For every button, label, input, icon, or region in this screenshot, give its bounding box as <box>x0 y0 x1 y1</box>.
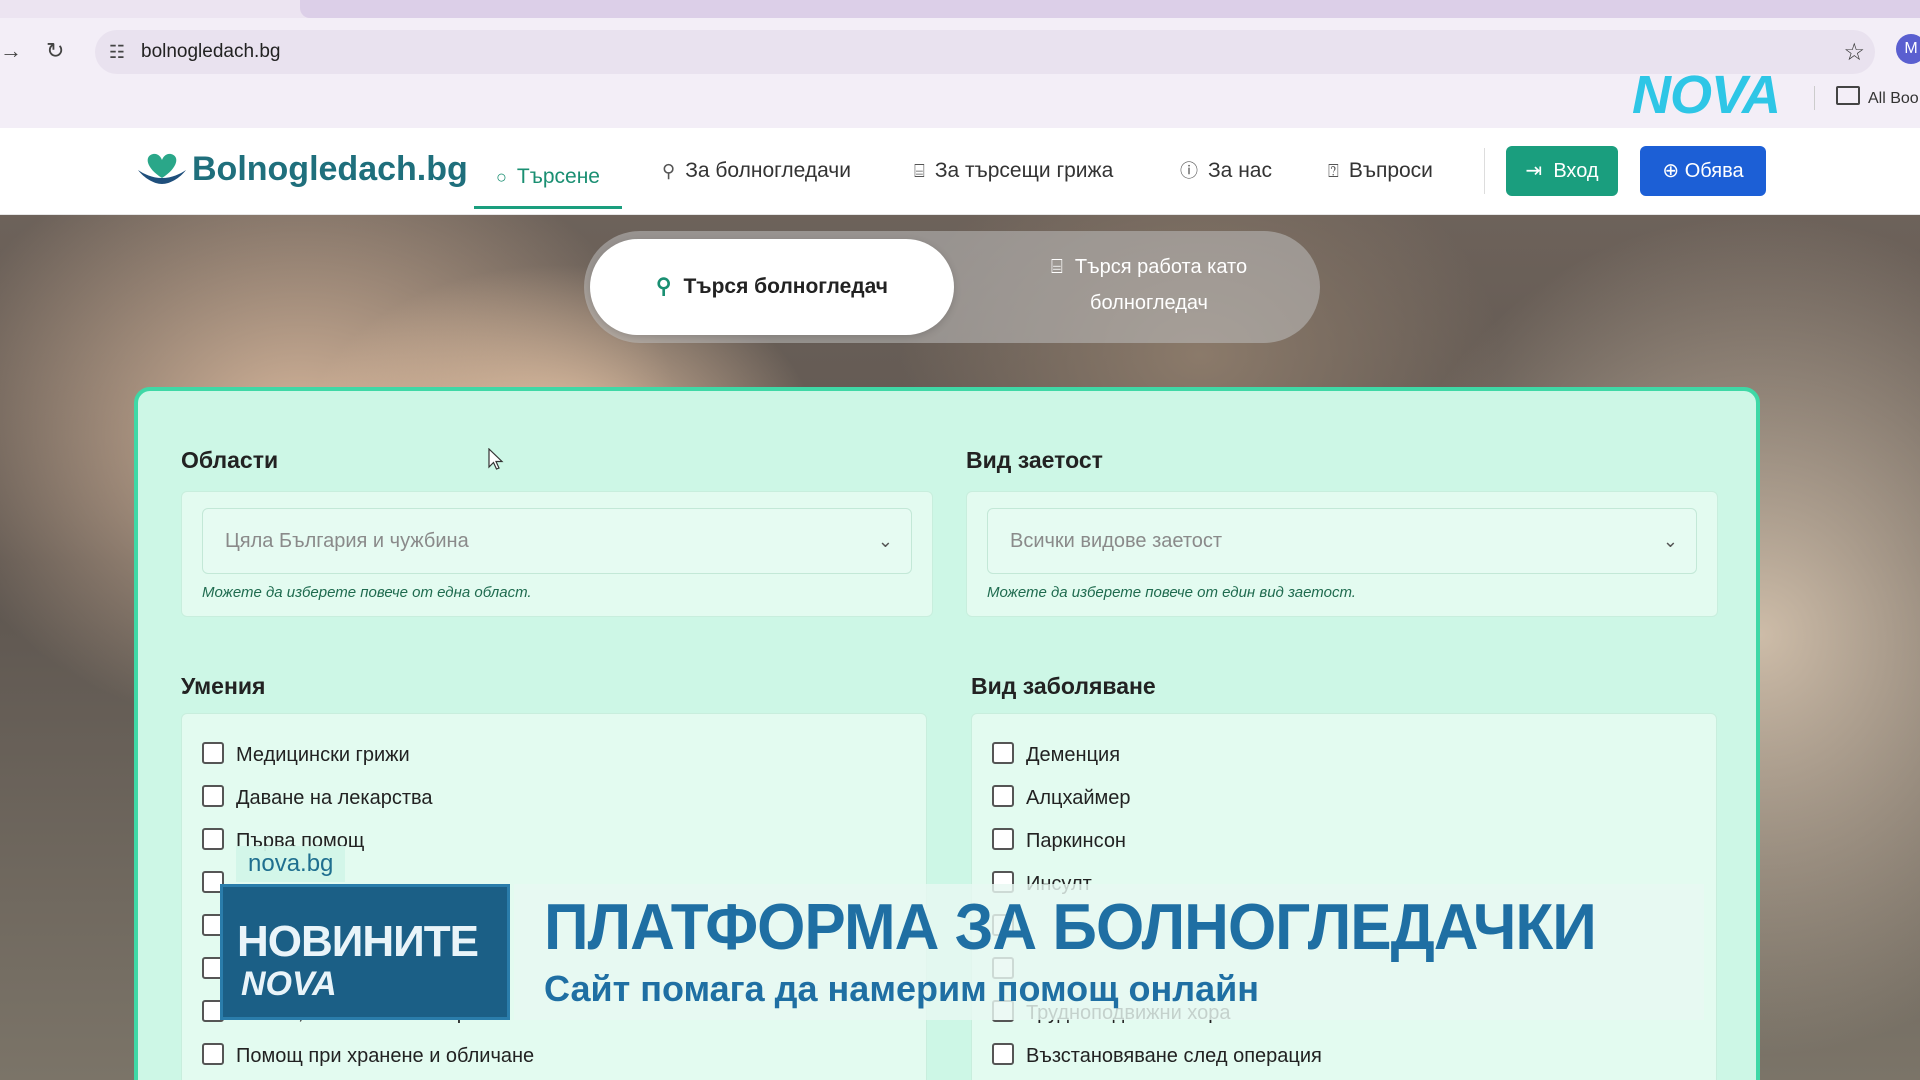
checkbox[interactable] <box>992 785 1014 807</box>
find-caregiver-tab[interactable]: ⚲ Търся болногледач <box>590 239 954 335</box>
user-icon: ⚲ <box>656 275 672 298</box>
disease-item[interactable]: Алцхаймер <box>992 785 1131 810</box>
skill-label: Медицински грижи <box>236 744 410 766</box>
nav-questions[interactable]: ⍰ Въпроси <box>1328 128 1433 214</box>
news-show-line1: НОВИНИТЕ <box>237 917 479 966</box>
regions-label: Области <box>181 447 279 473</box>
checkbox[interactable] <box>992 1043 1014 1065</box>
disease-item[interactable]: Възстановяване след операция <box>992 1043 1322 1068</box>
site-header: Bolnogledach.bg ○ Търсене ⚲ За болногледач… <box>0 128 1920 215</box>
address-bar[interactable]: ☷ bolnogledach.bg ☆ <box>95 30 1875 74</box>
nav-search-label: Търсене <box>516 165 600 188</box>
login-label: Вход <box>1553 160 1599 182</box>
login-button[interactable]: ⇥ Вход <box>1506 146 1618 196</box>
bookmark-star-icon[interactable]: ☆ <box>1843 38 1865 67</box>
skills-label: Умения <box>181 673 266 699</box>
checkbox[interactable] <box>992 742 1014 764</box>
nav-questions-label: Въпроси <box>1348 159 1433 182</box>
news-site-label: nova.bg <box>236 846 346 882</box>
bed-icon: ⌸ <box>914 161 925 181</box>
find-caregiver-label: Търся болногледач <box>683 275 888 298</box>
employment-field: Всички видове заетост ⌄ Можете да избере… <box>966 491 1718 617</box>
login-icon: ⇥ <box>1525 160 1543 182</box>
post-ad-label: Обява <box>1684 160 1744 182</box>
nova-watermark: NOVA <box>1632 65 1781 125</box>
profile-avatar[interactable]: M <box>1896 34 1920 64</box>
skill-item[interactable]: Помощ при хранене и обличане <box>202 1043 534 1068</box>
employment-label: Вид заетост <box>966 447 1103 473</box>
regions-select[interactable]: Цяла България и чужбина ⌄ <box>202 508 912 574</box>
regions-value: Цяла България и чужбина <box>225 530 469 552</box>
brand-name: Bolnogledach.bg <box>192 150 468 188</box>
all-bookmarks-label: All Boo <box>1868 90 1919 107</box>
bookmarks-separator <box>1814 86 1815 110</box>
employment-select[interactable]: Всички видове заетост ⌄ <box>987 508 1697 574</box>
folder-icon <box>1836 86 1860 105</box>
browser-active-tab[interactable] <box>300 0 1920 18</box>
question-icon: ⍰ <box>1328 161 1339 181</box>
employment-value: Всички видове заетост <box>1010 530 1223 552</box>
disease-item[interactable]: Деменция <box>992 742 1120 767</box>
disease-item[interactable]: Паркинсон <box>992 828 1126 853</box>
forward-icon[interactable]: → <box>0 40 22 62</box>
news-show-line2: NOVA <box>241 965 337 1003</box>
nav-about-label: За нас <box>1208 159 1272 182</box>
browser-toolbar: → ↻ ☷ bolnogledach.bg ☆ M NOVA All Boo <box>0 18 1920 128</box>
nav-caregivers-label: За болногледачи <box>685 159 851 182</box>
checkbox[interactable] <box>202 1043 224 1065</box>
disease-label: Алцхаймер <box>1026 787 1131 809</box>
skill-item[interactable]: Медицински грижи <box>202 742 410 767</box>
plus-circle-icon: ⊕ <box>1662 160 1680 182</box>
news-subheadline: Сайт помага да намерим помощ онлайн <box>544 968 1260 1009</box>
all-bookmarks-button[interactable]: All Boo <box>1836 86 1919 108</box>
disease-label: Възстановяване след операция <box>1026 1045 1322 1067</box>
find-work-label-line2: болногледач <box>1090 292 1208 314</box>
nav-search[interactable]: ○ Търсене <box>474 134 622 209</box>
regions-field: Цяла България и чужбина ⌄ Можете да избе… <box>181 491 933 617</box>
nav-care-seekers-label: За търсещи грижа <box>934 159 1114 182</box>
site-settings-icon[interactable]: ☷ <box>105 40 129 64</box>
user-icon: ⚲ <box>662 161 676 181</box>
disease-label: Деменция <box>1026 744 1121 766</box>
url-text[interactable]: bolnogledach.bg <box>141 41 280 63</box>
search-icon: ○ <box>496 167 507 187</box>
reload-icon[interactable]: ↻ <box>46 40 64 62</box>
nav-about[interactable]: ⓘ За нас <box>1180 128 1272 214</box>
disease-label: Паркинсон <box>1026 830 1126 852</box>
skill-item[interactable]: Даване на лекарства <box>202 785 433 810</box>
find-work-label-line1: Търся работа като <box>1074 256 1248 278</box>
checkbox[interactable] <box>202 828 224 850</box>
post-ad-button[interactable]: ⊕ Обява <box>1640 146 1766 196</box>
nav-care-seekers[interactable]: ⌸ За търсещи грижа <box>914 128 1113 214</box>
heart-hands-icon <box>138 153 186 184</box>
search-mode-toggle: ⚲ Търся болногледач ⌸ Търся работа като бо… <box>584 231 1320 343</box>
employment-hint: Можете да изберете повече от един вид за… <box>987 584 1356 601</box>
header-separator <box>1484 148 1485 194</box>
diseases-label: Вид заболяване <box>971 673 1156 699</box>
regions-hint: Можете да изберете повече от една област… <box>202 584 532 601</box>
site-logo[interactable]: Bolnogledach.bg <box>136 148 468 189</box>
skill-label: Помощ при хранене и обличане <box>236 1045 535 1067</box>
chevron-down-icon: ⌄ <box>877 531 893 551</box>
news-headline: ПЛАТФОРМА ЗА БОЛНОГЛЕДАЧКИ <box>544 891 1597 964</box>
checkbox[interactable] <box>202 785 224 807</box>
chevron-down-icon: ⌄ <box>1662 531 1678 551</box>
browser-tab-strip <box>0 0 1920 18</box>
skill-label: Даване на лекарства <box>236 787 433 809</box>
checkbox[interactable] <box>202 742 224 764</box>
nav-caregivers[interactable]: ⚲ За болногледачи <box>662 128 851 214</box>
bed-icon: ⌸ <box>1050 256 1063 278</box>
news-show-logo: НОВИНИТЕ NOVA <box>220 884 510 1020</box>
mouse-cursor-icon <box>488 448 504 470</box>
info-icon: ⓘ <box>1180 161 1198 181</box>
find-work-tab[interactable]: ⌸ Търся работа като болногледач <box>994 249 1304 321</box>
checkbox[interactable] <box>992 828 1014 850</box>
